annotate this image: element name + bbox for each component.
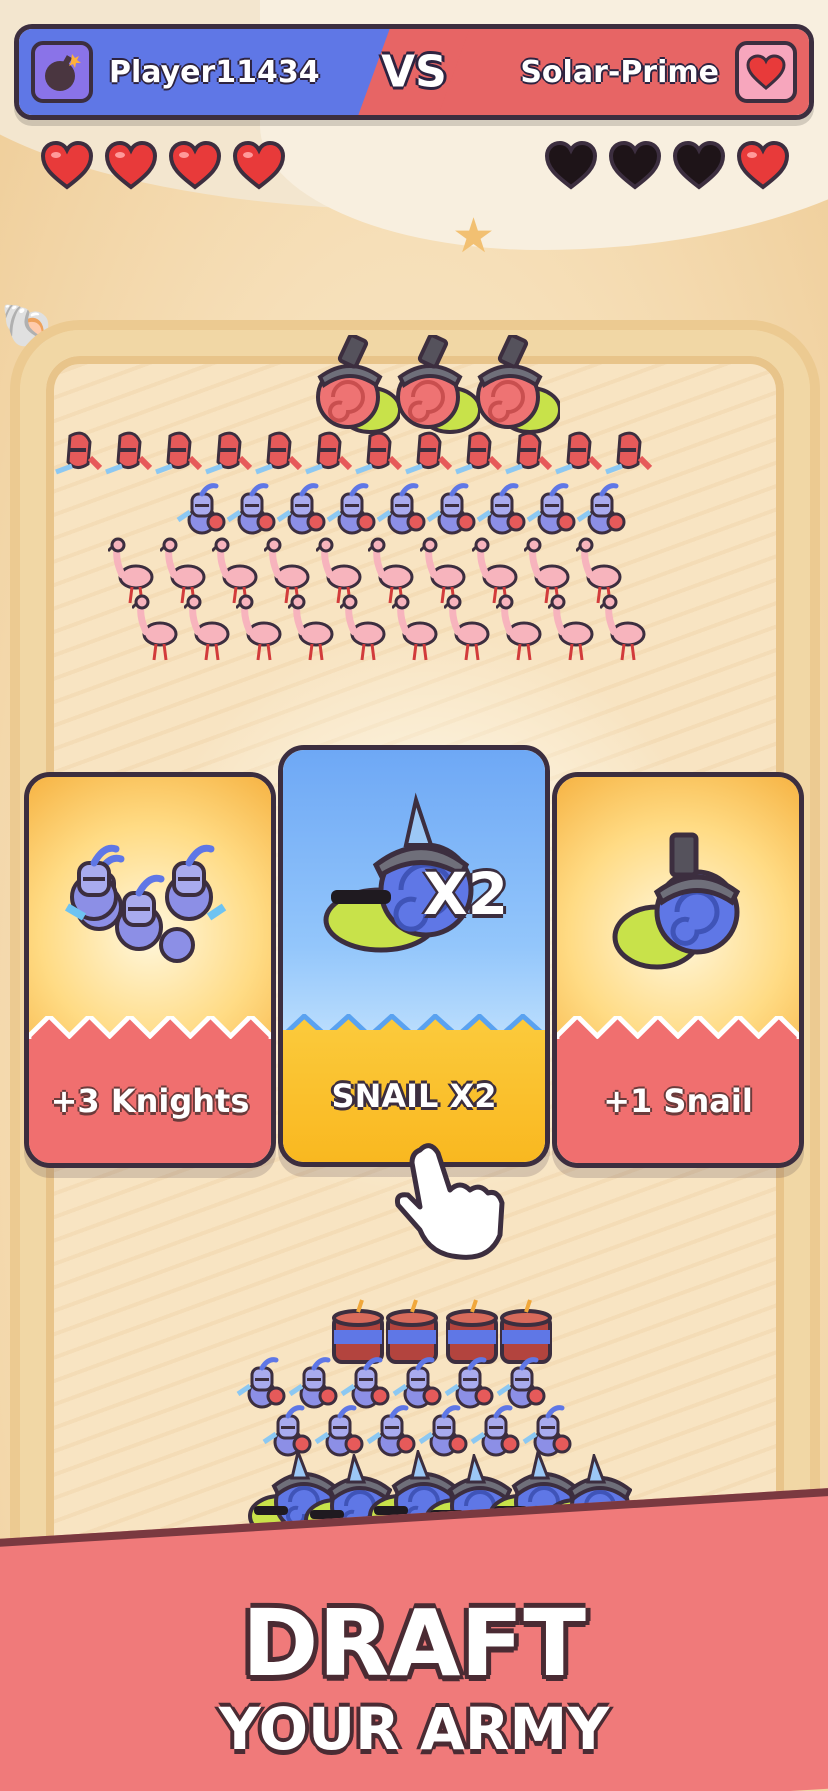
enemy-shrimp <box>504 428 554 483</box>
enemy-flamingo <box>130 594 182 664</box>
enemy-knight <box>576 480 626 535</box>
enemy-snail-cannon <box>390 333 482 435</box>
enemy-knight <box>276 480 326 535</box>
card-label: +1 Snail <box>603 1082 753 1121</box>
enemy-flamingo <box>338 594 390 664</box>
card-knights[interactable]: +3 Knights <box>24 772 276 1168</box>
player-knight <box>496 1354 546 1409</box>
player-panel: Player11434 <box>19 29 414 115</box>
heart-full-icon <box>40 140 94 190</box>
enemy-shrimp <box>304 428 354 483</box>
enemy-flamingo <box>494 594 546 664</box>
enemy-shrimp <box>454 428 504 483</box>
enemy-shrimp <box>54 428 104 483</box>
multiplier-badge: X2 <box>423 860 509 928</box>
enemy-flamingo <box>546 594 598 664</box>
player-knight <box>392 1354 442 1409</box>
heart-icon[interactable] <box>735 41 797 103</box>
tap-hand-icon <box>395 1143 505 1260</box>
game-scene: 🐚 ★ Player11434 Solar-Prime VS +3 Knight… <box>0 0 828 1791</box>
enemy-knight <box>226 480 276 535</box>
player-knight <box>366 1402 416 1457</box>
bomb-icon[interactable] <box>31 41 93 103</box>
player-knight <box>314 1402 364 1457</box>
snail-cannon-icon <box>612 832 741 970</box>
heart-empty-icon <box>608 140 662 190</box>
player-knight <box>340 1354 390 1409</box>
card-snail-x2[interactable]: SNAIL X2 X2 <box>278 745 550 1167</box>
player-knight <box>444 1354 494 1409</box>
heart-full-icon <box>736 140 790 190</box>
enemy-shrimp <box>604 428 654 483</box>
enemy-knight <box>526 480 576 535</box>
enemy-flamingo <box>598 594 650 664</box>
heart-full-icon <box>104 140 158 190</box>
enemy-shrimp <box>354 428 404 483</box>
enemy-knight <box>426 480 476 535</box>
starfish-icon: ★ <box>452 208 496 264</box>
enemy-shrimp <box>404 428 454 483</box>
player-lives <box>40 140 286 190</box>
heart-full-icon <box>168 140 222 190</box>
vs-label: VS <box>381 46 447 98</box>
enemy-shrimp <box>204 428 254 483</box>
enemy-flamingo <box>234 594 286 664</box>
enemy-knight <box>176 480 226 535</box>
knight-squad-icon <box>64 837 227 963</box>
card-snail[interactable]: +1 Snail <box>552 772 804 1168</box>
card-label: SNAIL X2 <box>331 1077 497 1116</box>
heart-empty-icon <box>672 140 726 190</box>
heart-full-icon <box>232 140 286 190</box>
banner-title: DRAFT <box>241 1590 586 1697</box>
player-knight <box>418 1402 468 1457</box>
enemy-shrimp <box>554 428 604 483</box>
player-knight <box>522 1402 572 1457</box>
player-knight <box>262 1402 312 1457</box>
enemy-snail-cannon <box>310 333 402 435</box>
player-name: Player11434 <box>109 54 320 90</box>
opponent-panel: Solar-Prime <box>414 29 809 115</box>
player-knight <box>288 1354 338 1409</box>
enemy-snail-cannon <box>470 333 562 435</box>
enemy-shrimp <box>154 428 204 483</box>
enemy-shrimp <box>254 428 304 483</box>
banner-subtitle: YOUR ARMY <box>218 1695 610 1763</box>
enemy-shrimp <box>104 428 154 483</box>
opponent-name: Solar-Prime <box>520 54 719 90</box>
card-label: +3 Knights <box>50 1082 250 1121</box>
versus-bar: Player11434 Solar-Prime VS <box>14 24 814 120</box>
enemy-knight <box>476 480 526 535</box>
enemy-flamingo <box>390 594 442 664</box>
enemy-flamingo <box>182 594 234 664</box>
enemy-knight <box>326 480 376 535</box>
enemy-flamingo <box>286 594 338 664</box>
opponent-lives <box>544 140 790 190</box>
enemy-flamingo <box>442 594 494 664</box>
player-knight <box>470 1402 520 1457</box>
player-knight <box>236 1354 286 1409</box>
enemy-knight <box>376 480 426 535</box>
heart-empty-icon <box>544 140 598 190</box>
